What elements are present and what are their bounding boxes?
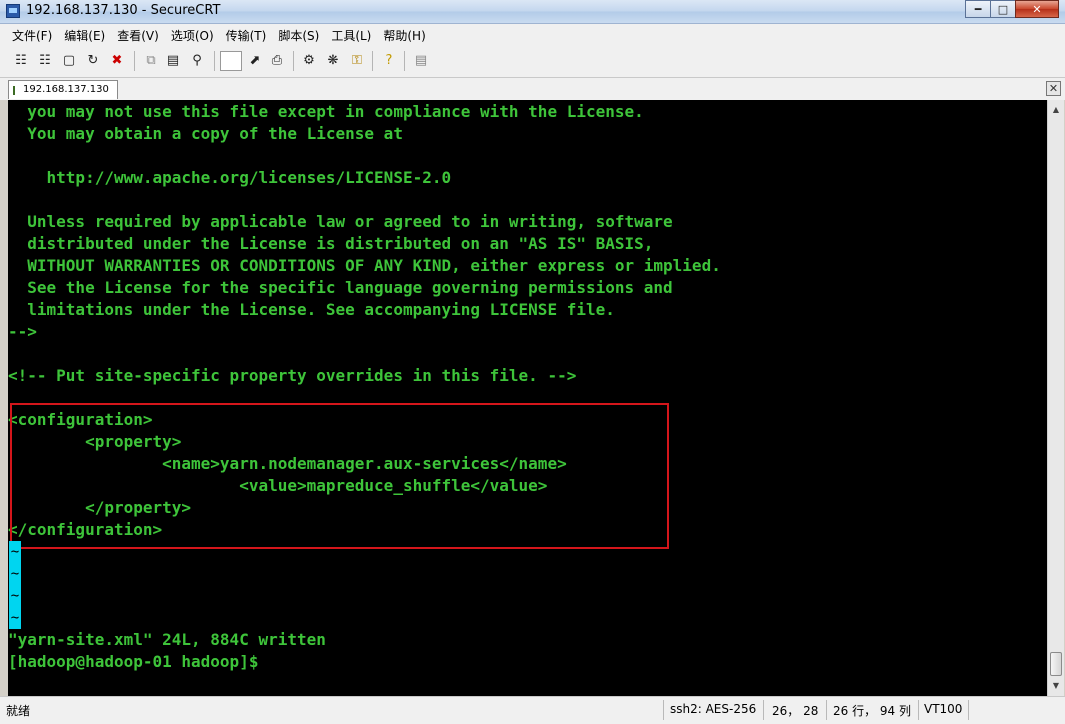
- terminal-scrollbar[interactable]: ▲ ▼: [1047, 100, 1064, 696]
- terminal-line: http://www.apache.org/licenses/LICENSE-2…: [8, 168, 452, 187]
- terminal-line: WITHOUT WARRANTIES OR CONDITIONS OF ANY …: [8, 256, 721, 275]
- empty-line-tilde: ~: [9, 585, 21, 607]
- find-icon[interactable]: ⚲: [188, 52, 206, 70]
- global-options-icon[interactable]: ❋: [324, 52, 342, 70]
- status-rows-cols: 26 行， 94 列: [833, 704, 911, 718]
- menu-view[interactable]: 查看(V): [111, 27, 165, 44]
- keymap-icon[interactable]: ⚿: [348, 52, 366, 70]
- tab-bar: 192.168.137.130 ✕: [0, 78, 1065, 100]
- shell-prompt: [hadoop@hadoop-01 hadoop]$: [8, 652, 259, 671]
- close-icon: ✕: [1048, 82, 1059, 95]
- empty-line-tilde: ~: [9, 563, 21, 585]
- securecrt-app-icon: [6, 4, 20, 18]
- print-icon[interactable]: ⎙: [268, 52, 286, 70]
- scroll-up-icon[interactable]: ▲: [1048, 102, 1064, 118]
- command-input[interactable]: [220, 51, 242, 71]
- close-button[interactable]: ✕: [1015, 0, 1059, 18]
- cursor-icon: ⬈: [249, 53, 261, 68]
- connect-tab-icon[interactable]: ▢: [60, 52, 78, 70]
- status-separator: [968, 700, 969, 720]
- scrollbar-thumb[interactable]: [1050, 652, 1062, 676]
- menu-edit[interactable]: 编辑(E): [58, 27, 111, 44]
- status-bar: 就绪 ssh2: AES-256 26， 28 26 行， 94 列 VT100: [0, 696, 1065, 724]
- terminal-line: -->: [8, 322, 37, 341]
- toolbar-separator: [404, 51, 405, 71]
- menu-file[interactable]: 文件(F): [6, 27, 58, 44]
- minimize-icon: ━: [974, 2, 982, 16]
- session-options-icon[interactable]: ⚙: [300, 52, 318, 70]
- status-cursor-position: 26， 28: [772, 704, 819, 718]
- minimize-button[interactable]: ━: [965, 0, 991, 18]
- terminal-line: See the License for the specific languag…: [8, 278, 673, 297]
- quick-connect-icon[interactable]: ☷: [36, 52, 54, 70]
- help-icon[interactable]: ?: [380, 52, 398, 70]
- window-controls: ━ □ ✕: [965, 0, 1059, 18]
- log-icon[interactable]: ▤: [412, 52, 430, 70]
- menu-bar: 文件(F) 编辑(E) 查看(V) 选项(O) 传输(T) 脚本(S) 工具(L…: [0, 24, 1065, 46]
- status-separator: [763, 700, 764, 720]
- terminal-line: You may obtain a copy of the License at: [8, 124, 403, 143]
- toolbar-separator: [134, 51, 135, 71]
- menu-help[interactable]: 帮助(H): [377, 27, 431, 44]
- status-ready: 就绪: [6, 704, 31, 718]
- terminal-line: Unless required by applicable law or agr…: [8, 212, 673, 231]
- status-protocol: ssh2: AES-256: [670, 702, 757, 716]
- empty-line-tilde: ~: [9, 607, 21, 629]
- maximize-button[interactable]: □: [990, 0, 1016, 18]
- connect-icon[interactable]: ☷: [12, 52, 30, 70]
- window-title: 192.168.137.130 - SecureCRT: [26, 3, 221, 18]
- status-separator: [826, 700, 827, 720]
- menu-script[interactable]: 脚本(S): [272, 27, 325, 44]
- menu-transfer[interactable]: 传输(T): [220, 27, 273, 44]
- status-separator: [918, 700, 919, 720]
- tab-status-icon: [13, 86, 15, 95]
- toolbar-separator: [293, 51, 294, 71]
- maximize-icon: □: [997, 2, 1009, 16]
- disconnect-icon[interactable]: ✖: [108, 52, 126, 70]
- toolbar-separator: [214, 51, 215, 71]
- reconnect-icon[interactable]: ↻: [84, 52, 102, 70]
- paste-icon[interactable]: ▤: [164, 52, 182, 70]
- toolbar: ☷ ☷ ▢ ↻ ✖ ⧉ ▤ ⚲ ⬈ ⎙ ⚙ ❋ ⚿ ? ▤: [0, 46, 1065, 78]
- menu-options[interactable]: 选项(O): [165, 27, 220, 44]
- terminal-line: you may not use this file except in comp…: [8, 102, 644, 121]
- status-emulation: VT100: [924, 702, 963, 716]
- scroll-down-icon[interactable]: ▼: [1048, 678, 1064, 694]
- menu-tools[interactable]: 工具(L): [325, 27, 377, 44]
- close-icon: ✕: [1032, 2, 1042, 16]
- configuration-highlight-box: [10, 403, 669, 549]
- toolbar-separator: [372, 51, 373, 71]
- terminal-line: limitations under the License. See accom…: [8, 300, 615, 319]
- session-tab[interactable]: 192.168.137.130: [8, 80, 118, 99]
- copy-icon[interactable]: ⧉: [142, 52, 160, 70]
- status-separator: [663, 700, 664, 720]
- terminal-screen[interactable]: you may not use this file except in comp…: [8, 100, 1047, 696]
- terminal-line: distributed under the License is distrib…: [8, 234, 654, 253]
- write-status-message: "yarn-site.xml" 24L, 884C written: [8, 630, 326, 649]
- terminal-line: <!-- Put site-specific property override…: [8, 366, 577, 385]
- title-bar: 192.168.137.130 - SecureCRT ━ □ ✕: [0, 0, 1065, 24]
- session-tab-label: 192.168.137.130: [23, 84, 109, 95]
- tab-close-button[interactable]: ✕: [1046, 81, 1061, 96]
- empty-line-tilde: ~: [9, 541, 21, 563]
